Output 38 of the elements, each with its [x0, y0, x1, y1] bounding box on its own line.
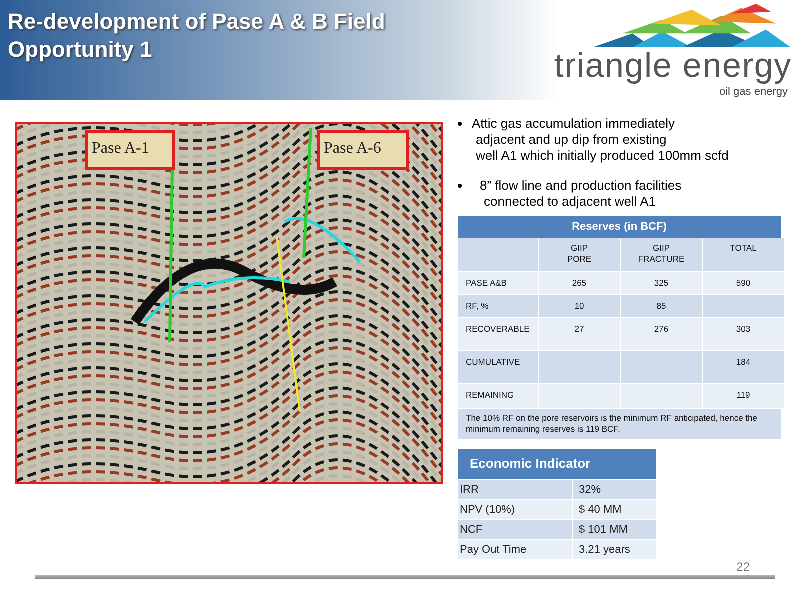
- table-cell: PASE A&B: [458, 272, 538, 294]
- table-cell: 85: [621, 295, 702, 317]
- table-cell: 10: [539, 295, 620, 317]
- table-cell: 325: [621, 272, 702, 294]
- table-cell: 590: [703, 272, 784, 294]
- bullet-text: Attic gas accumulation immediately adjacent and up dip from existing well A1 which initially produced 100mm scfd: [472, 116, 729, 164]
- table-note: The 10% RF on the pore reservoirs is the minimum RF anticipated, hence the minimum remaining reserves is 119 BCF.: [458, 409, 781, 439]
- logo-wordmark: triangle energy: [554, 48, 792, 84]
- bullet-text: 8” flow line and production facilities connected to adjacent well A1: [479, 178, 682, 210]
- table-cell: Pay Out Time: [458, 540, 573, 559]
- table-cell-text: $ 101 MM: [578, 523, 628, 538]
- logo-tagline: oil gas energy: [720, 84, 789, 100]
- colored-triangles-logo-icon: [592, 4, 792, 48]
- column-header: GIIP FRACTURE: [621, 238, 702, 271]
- table-cell-text: 32%: [578, 483, 602, 498]
- table-title: Reserves (in BCF): [458, 216, 781, 238]
- table-cell-text: $ 40 MM: [578, 503, 622, 518]
- table-cell: 276: [621, 318, 702, 350]
- slide-title: Opportunity 1: [8, 36, 154, 64]
- page-number: 22: [736, 559, 750, 576]
- table-cell: 27: [539, 318, 620, 350]
- bullet-icon: [458, 122, 462, 126]
- table-cell: REMAINING: [458, 384, 538, 408]
- column-header: TOTAL: [703, 238, 784, 271]
- table-cell: CUMULATIVE: [458, 351, 538, 383]
- table-cell: 119: [703, 384, 784, 408]
- table-cell: 265: [539, 272, 620, 294]
- table-title: Economic Indicator: [458, 449, 656, 479]
- slide-title: Re-development of Pase A & B Field: [8, 8, 386, 36]
- table-cell-text: 3.21 years: [578, 543, 630, 558]
- table-cell: RECOVERABLE: [458, 318, 538, 350]
- well-label: Pase A-1: [85, 130, 175, 170]
- table-cell: 303: [703, 318, 784, 350]
- table-cell: 184: [703, 351, 784, 383]
- bullet-icon: [458, 184, 462, 188]
- column-header: GIIP PORE: [539, 238, 620, 271]
- table-cell: RF, %: [458, 295, 538, 317]
- well-label: Pase A-6: [317, 130, 409, 170]
